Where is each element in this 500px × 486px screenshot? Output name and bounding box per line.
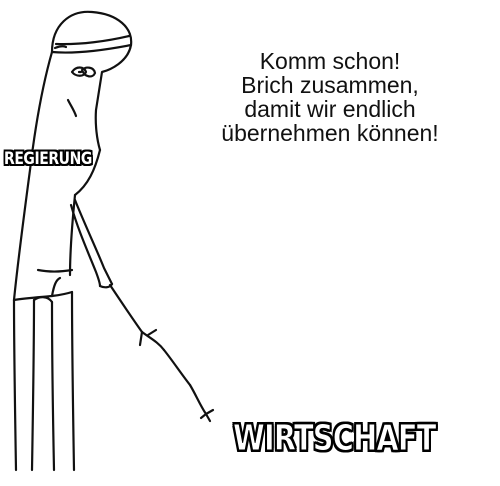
speech-line: übernehmen können! [221,120,439,146]
figure-head [50,10,133,152]
figure-back [12,50,54,302]
speech-line: Komm schon! [259,48,401,74]
speech-line: damit wir endlich [244,96,416,122]
speech-line: Brich zusammen, [241,72,419,98]
figure-arm [73,198,114,286]
figure-leg [12,298,18,472]
ground-label: WIRTSCHAFT [233,418,437,460]
speech-text: Komm schon! Brich zusammen, damit wir en… [180,49,480,145]
figure-label: REGIERUNG [4,149,92,169]
meme-image: Komm schon! Brich zusammen, damit wir en… [0,0,500,486]
poking-stick [108,283,144,334]
